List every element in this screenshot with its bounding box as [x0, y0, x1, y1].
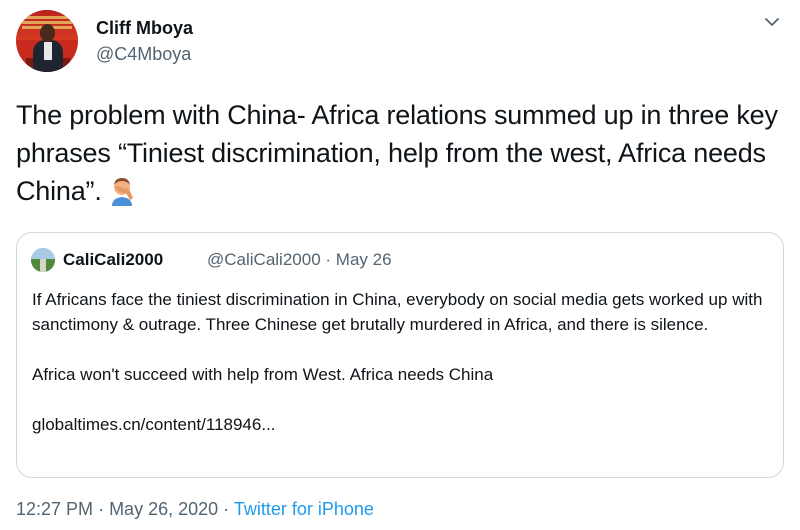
quoted-link[interactable]: globaltimes.cn/content/118946...: [32, 412, 777, 437]
quoted-author-avatar[interactable]: [31, 248, 55, 272]
author-handle[interactable]: @C4Mboya: [96, 44, 191, 65]
tweet-source-link[interactable]: Twitter for iPhone: [234, 499, 374, 519]
quoted-date[interactable]: May 26: [336, 250, 392, 269]
author-avatar[interactable]: [16, 10, 78, 72]
tweet-footer: 12:27 PM · May 26, 2020 · Twitter for iP…: [16, 499, 374, 520]
quoted-paragraph-1: If Africans face the tiniest discriminat…: [32, 290, 763, 334]
quoted-display-name[interactable]: CaliCali2000: [63, 250, 163, 270]
author-display-name[interactable]: Cliff Mboya: [96, 18, 193, 39]
tweet-text: The problem with China- Africa relations…: [16, 96, 786, 210]
tweet-card: Cliff Mboya @C4Mboya The problem with Ch…: [0, 0, 800, 530]
separator-dot: ·: [325, 250, 336, 269]
chevron-down-icon[interactable]: [762, 12, 782, 32]
man-facepalming-icon: [111, 178, 133, 206]
quoted-handle[interactable]: @CaliCali2000: [207, 250, 321, 269]
quoted-tweet[interactable]: CaliCali2000 @CaliCali2000 · May 26 If A…: [16, 232, 784, 478]
quoted-text: If Africans face the tiniest discriminat…: [32, 287, 777, 437]
separator-dot: ·: [223, 499, 234, 519]
quoted-meta: @CaliCali2000 · May 26: [207, 250, 392, 270]
separator-dot: ·: [98, 499, 110, 519]
tweet-date[interactable]: May 26, 2020: [109, 499, 218, 519]
quoted-paragraph-2: Africa won't succeed with help from West…: [32, 365, 494, 384]
tweet-time[interactable]: 12:27 PM: [16, 499, 93, 519]
